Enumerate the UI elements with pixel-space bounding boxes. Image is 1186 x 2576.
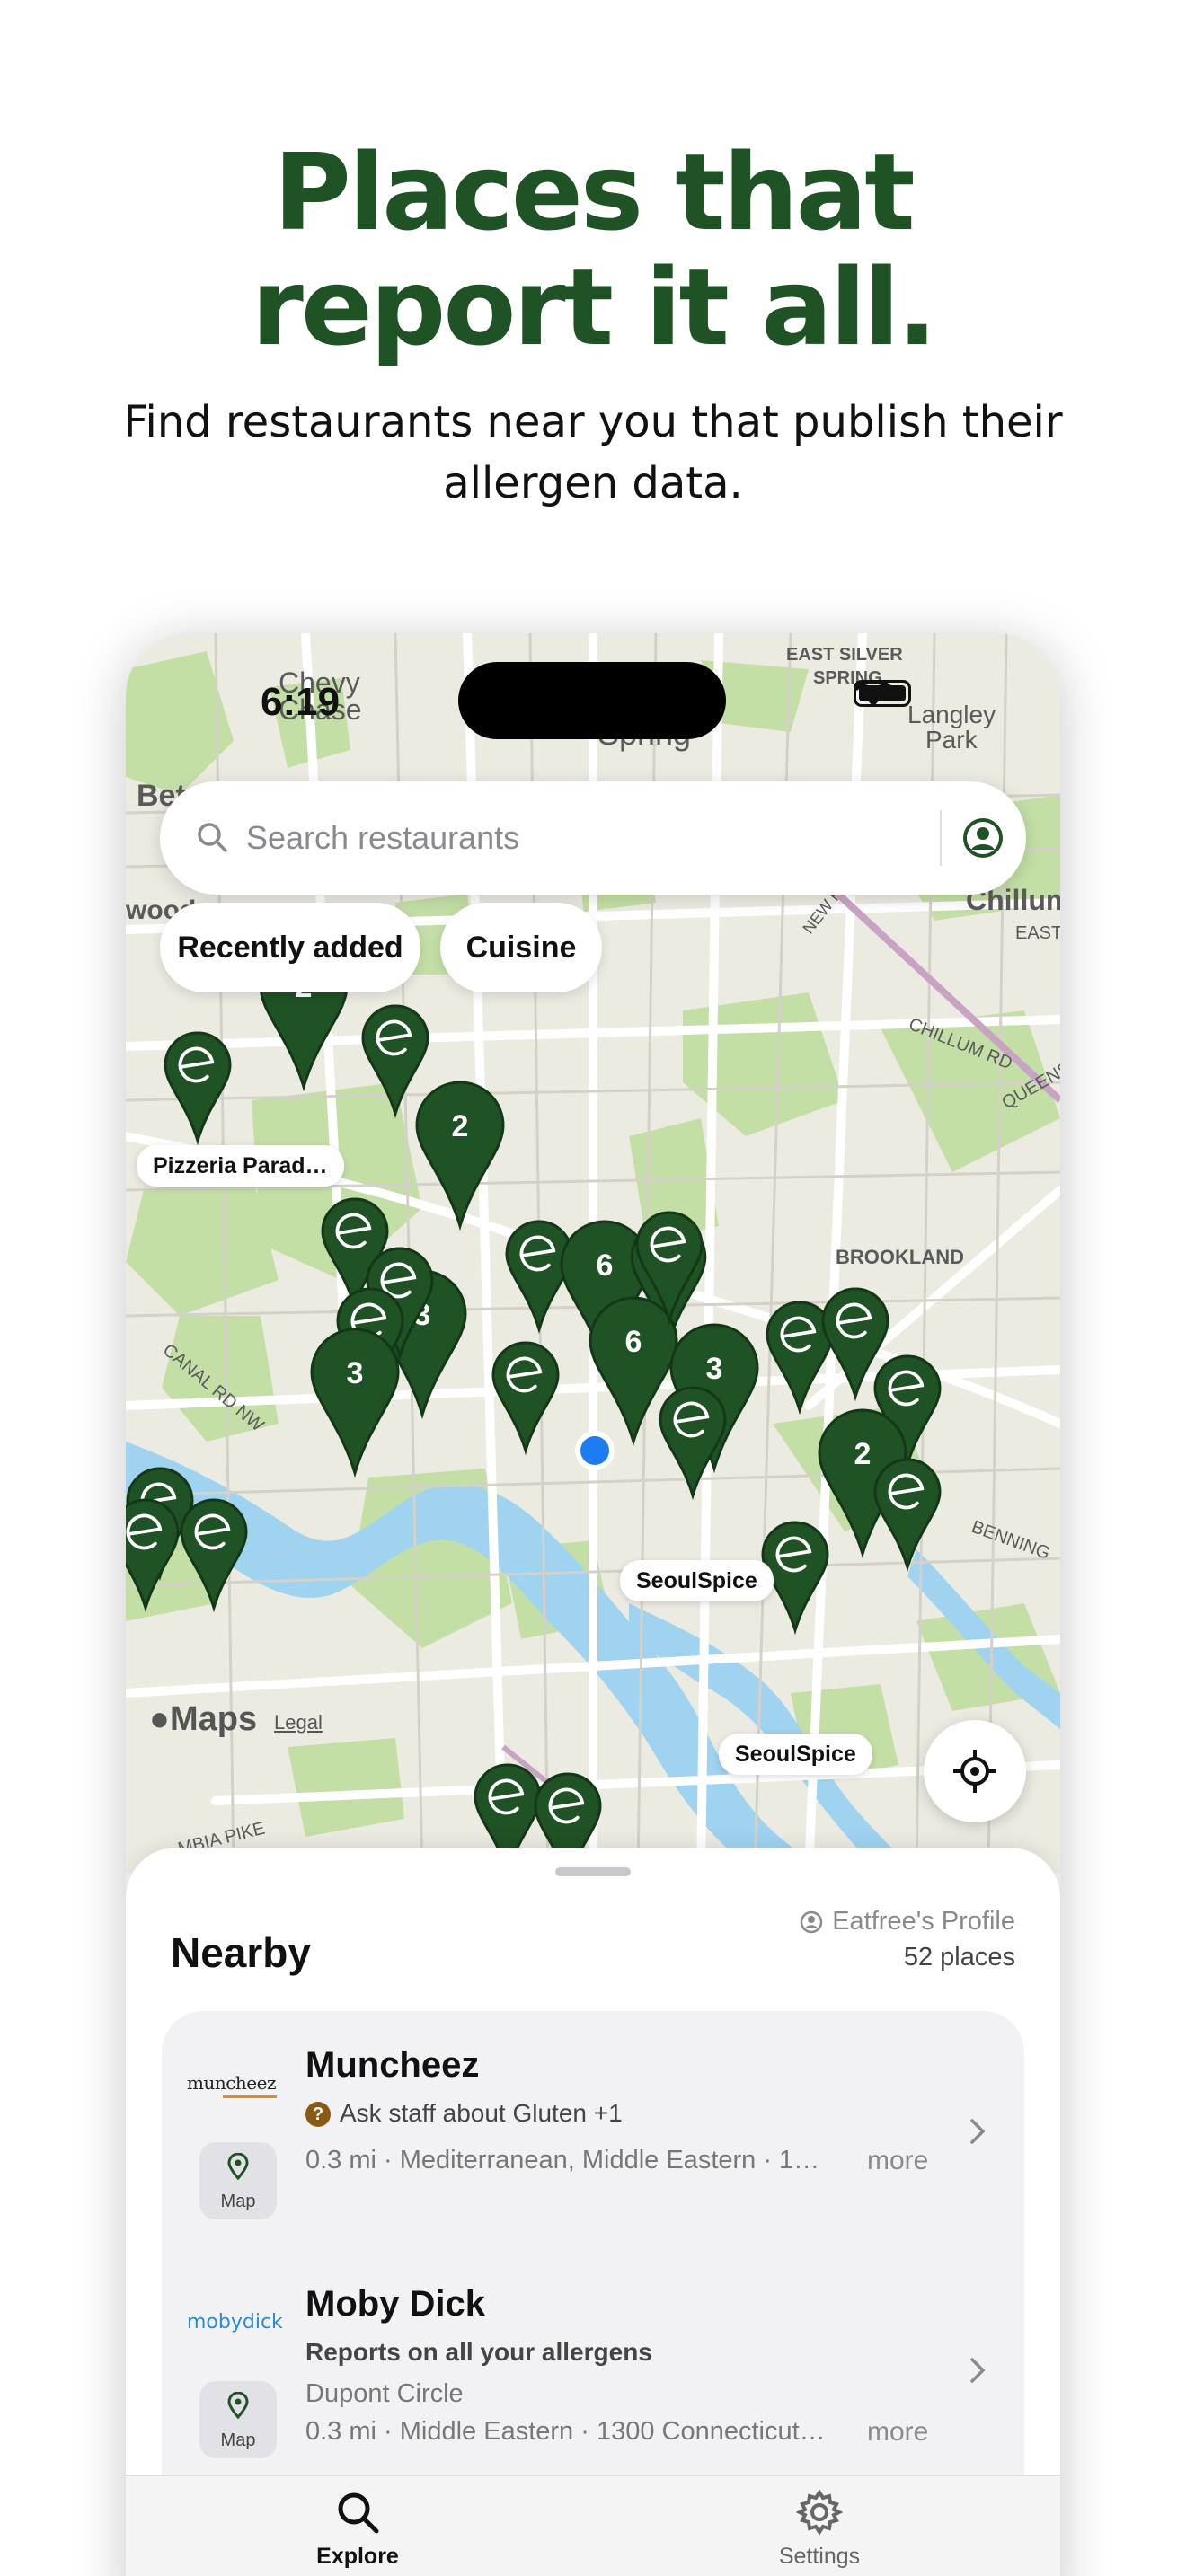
restaurant-logo-text: muncheez — [187, 2072, 277, 2094]
maps-attribution: ●Maps — [149, 1700, 258, 1738]
allergen-note: Reports on all your allergens — [305, 2338, 652, 2366]
tab-settings-label: Settings — [778, 2544, 861, 2569]
user-circle-icon — [800, 1910, 823, 1933]
search-input[interactable]: Search restaurants — [246, 819, 519, 857]
restaurant-name: Muncheez — [305, 2045, 480, 2085]
filter-chip-recently-added[interactable]: Recently added — [160, 903, 420, 992]
place-count: 52 places — [903, 1943, 1015, 1972]
restaurant-logo-text: mobydick — [187, 2311, 283, 2333]
restaurant-logo: mobydick — [187, 2311, 288, 2347]
allergen-note: ? Ask staff about Gluten +1 — [305, 2099, 623, 2128]
headline-line-2: report it all. — [251, 245, 938, 369]
chevron-right-icon[interactable] — [969, 2117, 987, 2146]
allergen-note-text: Ask staff about Gluten +1 — [340, 2099, 623, 2127]
chevron-right-icon[interactable] — [969, 2356, 987, 2385]
tab-bar: Explore Settings — [126, 2475, 1060, 2576]
map-button-label: Map — [220, 2192, 256, 2211]
search-divider — [940, 810, 942, 866]
profile-icon[interactable] — [962, 817, 1004, 859]
search-bar[interactable]: Search restaurants — [160, 781, 1026, 895]
phone-frame: Chevy Chase Spring EAST SILVER SPRING La… — [126, 633, 1060, 2576]
map-view[interactable]: Chevy Chase Spring EAST SILVER SPRING La… — [126, 633, 1060, 1873]
sheet-title: Nearby — [171, 1929, 311, 1976]
restaurant-details: 0.3 mi · Mediterranean, Middle Eastern ·… — [305, 2146, 820, 2175]
cluster-count: 3 — [347, 1356, 364, 1390]
status-icons — [854, 680, 911, 707]
more-link[interactable]: more — [867, 2146, 928, 2176]
restaurant-card[interactable]: mobydick Map Moby Dick Reports on all yo… — [162, 2250, 1024, 2489]
status-time: 6:19 — [261, 680, 341, 724]
filter-chip-cuisine[interactable]: Cuisine — [440, 903, 602, 992]
hero-headline: Places that report it all. — [0, 135, 1186, 365]
map-button-label: Map — [220, 2430, 256, 2450]
restaurant-card[interactable]: muncheez Map Muncheez ? Ask staff about G… — [162, 2011, 1024, 2250]
map-pin-icon — [227, 2392, 249, 2419]
tab-settings[interactable]: Settings — [730, 2489, 909, 2570]
map-restaurant-pin[interactable] — [491, 1341, 560, 1456]
cluster-count: 2 — [854, 1437, 872, 1471]
restaurant-list: muncheez Map Muncheez ? Ask staff about G… — [162, 2011, 1024, 2550]
user-location-dot — [580, 1436, 609, 1465]
more-link[interactable]: more — [867, 2417, 928, 2448]
question-icon: ? — [305, 2102, 331, 2127]
map-button[interactable]: Map — [199, 2142, 277, 2219]
restaurant-neighborhood: Dupont Circle — [305, 2379, 464, 2408]
map-restaurant-pin[interactable] — [659, 1386, 727, 1501]
map-pin-label[interactable]: Pizzeria Parad… — [137, 1145, 344, 1187]
map-cluster-pin[interactable]: 3 — [310, 1328, 400, 1478]
map-pin-icon — [227, 2153, 249, 2180]
cluster-count: 3 — [706, 1352, 723, 1386]
restaurant-logo: muncheez — [187, 2072, 288, 2108]
restaurant-details: 0.3 mi · Middle Eastern · 1300 Connectic… — [305, 2417, 826, 2446]
tab-explore-label: Explore — [316, 2544, 399, 2569]
maps-legal-link[interactable]: Legal — [274, 1711, 323, 1734]
map-pin-label[interactable]: SeoulSpice — [719, 1734, 872, 1775]
map-restaurant-pin[interactable] — [361, 1004, 429, 1119]
map-restaurant-pin[interactable] — [126, 1498, 180, 1613]
wifi-icon — [854, 680, 893, 707]
cluster-count: 6 — [625, 1325, 642, 1359]
nearby-sheet[interactable]: Nearby Eatfree's Profile 52 places munch… — [126, 1848, 1060, 2576]
search-icon — [198, 823, 227, 852]
cluster-count: 6 — [597, 1248, 614, 1283]
tab-explore[interactable]: Explore — [268, 2489, 447, 2570]
locate-me-button[interactable] — [924, 1720, 1026, 1822]
map-button[interactable]: Map — [199, 2381, 277, 2458]
hero-subhead: Find restaurants near you that publish t… — [123, 397, 1063, 508]
restaurant-name: Moby Dick — [305, 2284, 486, 2324]
headline-line-1: Places that — [273, 130, 915, 254]
map-restaurant-pin[interactable] — [873, 1458, 942, 1573]
cluster-count: 2 — [452, 1109, 469, 1143]
search-icon — [338, 2492, 379, 2534]
gear-icon — [795, 2489, 844, 2536]
map-cluster-pin[interactable]: 2 — [415, 1081, 505, 1231]
map-pin-label[interactable]: SeoulSpice — [620, 1560, 774, 1601]
sheet-grabber[interactable] — [555, 1867, 631, 1876]
map-restaurant-pin[interactable] — [180, 1498, 248, 1613]
profile-link[interactable]: Eatfree's Profile — [800, 1907, 1015, 1936]
crosshair-icon — [953, 1750, 996, 1793]
map-restaurant-pin[interactable] — [164, 1031, 232, 1146]
profile-link-label: Eatfree's Profile — [832, 1907, 1015, 1936]
apple-logo-icon: ● — [149, 1700, 170, 1738]
dynamic-island — [458, 662, 726, 739]
